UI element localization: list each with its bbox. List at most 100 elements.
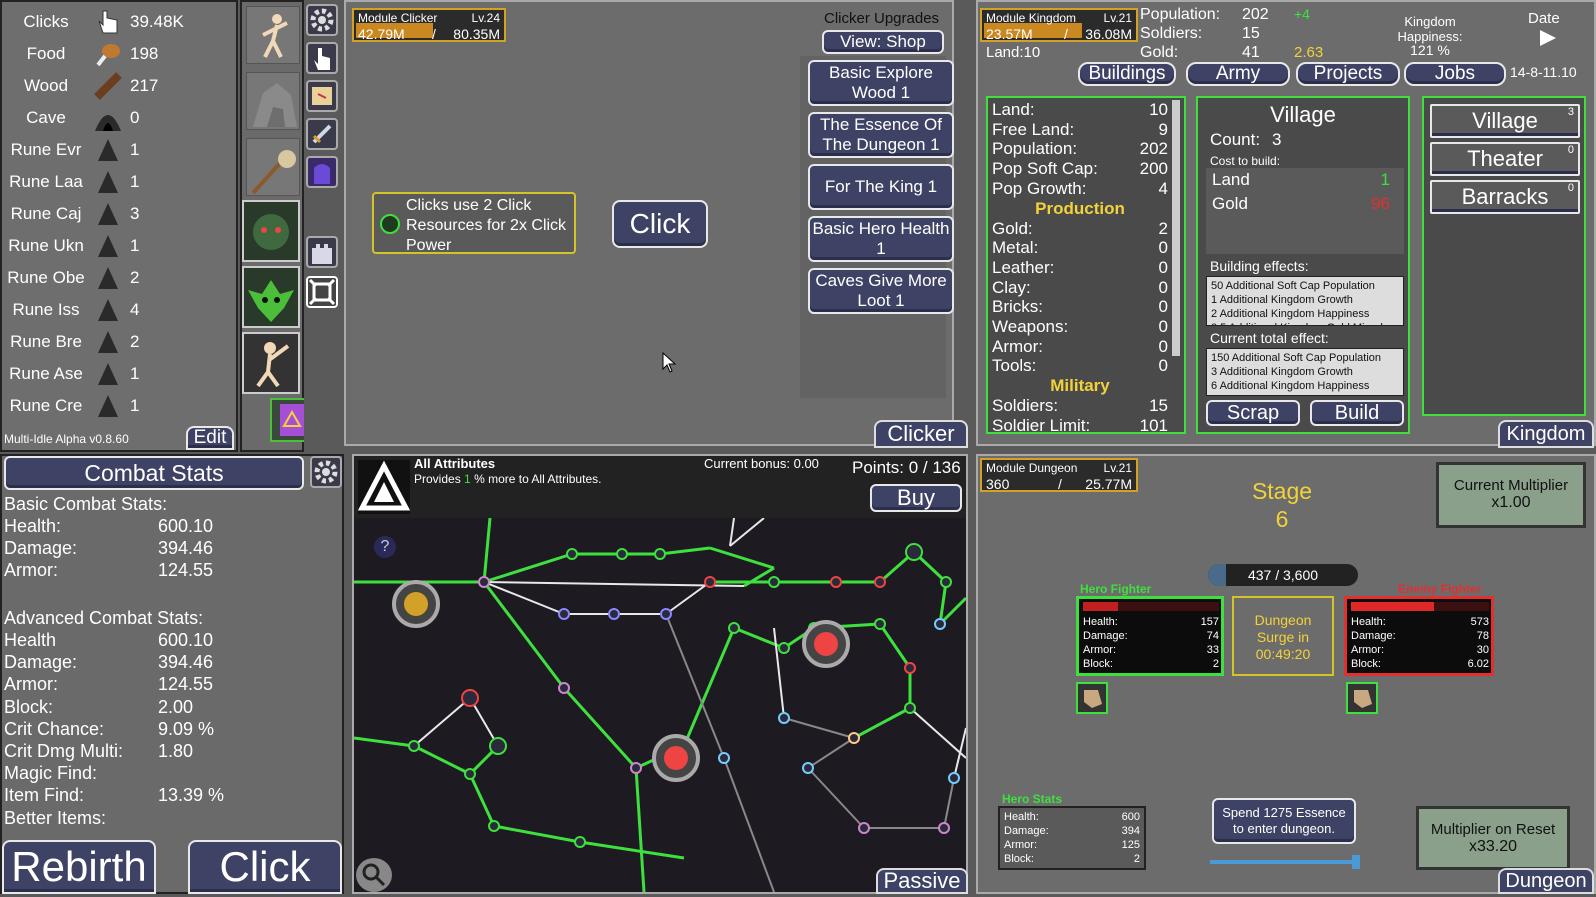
gear-icon[interactable] bbox=[306, 4, 338, 36]
kingdom-stats-scrollbar[interactable] bbox=[1172, 100, 1180, 356]
gold-delta: 2.63 bbox=[1294, 44, 1324, 61]
help-button[interactable]: ? bbox=[374, 536, 396, 558]
fighter-stat-value: 2 bbox=[1212, 658, 1219, 670]
clicker-level: Lv.24 bbox=[471, 11, 500, 25]
explorer-icon[interactable] bbox=[246, 6, 300, 64]
view-shop-button[interactable]: View: Shop bbox=[822, 30, 944, 54]
tab-jobs[interactable]: Jobs bbox=[1404, 62, 1506, 86]
upgrade-button[interactable]: Basic Hero Health 1 bbox=[808, 216, 954, 262]
hero-stats-box: Health: 600 Damage: 394 Armor: 125 Block: 2 bbox=[998, 806, 1146, 870]
tree-node bbox=[802, 762, 814, 774]
xp-text: 437 / 3,600 bbox=[1247, 567, 1319, 583]
gold-value: 41 bbox=[1242, 44, 1260, 61]
combat-click-button[interactable]: Click bbox=[188, 840, 342, 894]
resource-label: Rune Ukn bbox=[8, 236, 84, 255]
combat-stat-row: Armor: 124.55 bbox=[4, 674, 244, 696]
upgrade-button[interactable]: Basic Explore Wood 1 bbox=[808, 60, 954, 106]
tree-node bbox=[858, 822, 870, 834]
production-header: Production bbox=[1035, 198, 1125, 218]
fighter-stat-row: Damage: 78 bbox=[1351, 629, 1489, 643]
resource-list: Clicks 39.48K Food 198 Wood 217 Cave 0 Rune Evr 1… bbox=[2, 6, 234, 426]
edit-button[interactable]: Edit bbox=[186, 426, 234, 450]
passive-tree[interactable] bbox=[354, 518, 966, 892]
combat-stat-row: Health: 600.10 bbox=[4, 516, 244, 538]
spend-essence-button[interactable]: Spend 1275 Essence to enter dungeon. bbox=[1212, 798, 1356, 844]
rebirth-button[interactable]: Rebirth bbox=[2, 840, 156, 894]
fighter-stat-row: Block: 6.02 bbox=[1351, 657, 1489, 671]
dungeon-current: 360 bbox=[986, 476, 1010, 492]
hero-glove-icon[interactable] bbox=[1076, 682, 1108, 714]
tab-buildings[interactable]: Buildings bbox=[1078, 62, 1176, 86]
clicker-sep: / bbox=[432, 26, 436, 42]
build-button[interactable]: Build bbox=[1310, 400, 1404, 426]
tree-node bbox=[408, 740, 420, 752]
happiness-value: 121 % bbox=[1410, 42, 1450, 58]
xp-bar: 437 / 3,600 bbox=[1208, 564, 1358, 586]
building-list-item[interactable]: Theater 0 bbox=[1430, 142, 1580, 176]
cave-module-icon[interactable] bbox=[246, 72, 300, 130]
goblin-dark-icon[interactable] bbox=[242, 200, 300, 262]
enemy-hp-bar bbox=[1351, 602, 1489, 611]
upgrade-button[interactable]: The Essence Of The Dungeon 1 bbox=[808, 112, 954, 158]
population-value: 202 bbox=[1242, 6, 1269, 23]
pointer-hand-icon[interactable] bbox=[306, 42, 338, 74]
tab-kingdom[interactable]: Kingdom bbox=[1498, 420, 1594, 448]
tab-clicker[interactable]: Clicker bbox=[874, 420, 968, 448]
tree-node bbox=[558, 682, 570, 694]
play-icon[interactable] bbox=[1540, 30, 1556, 46]
fighter-stat-value: 6.02 bbox=[1467, 658, 1489, 670]
upgrade-button[interactable]: For The King 1 bbox=[808, 164, 954, 210]
fighter-stat-value: 78 bbox=[1476, 630, 1489, 642]
total-list: 150 Additional Soft Cap Population 3 Addi… bbox=[1207, 349, 1403, 395]
resource-value: 2 bbox=[130, 332, 140, 351]
tab-army[interactable]: Army bbox=[1186, 62, 1290, 86]
warrior-icon[interactable] bbox=[242, 332, 300, 394]
upgrade-button[interactable]: Caves Give More Loot 1 bbox=[808, 268, 954, 314]
building-list-item[interactable]: Barracks 0 bbox=[1430, 180, 1580, 214]
stat-value: 9 bbox=[1158, 119, 1168, 139]
stat-value: 200 bbox=[1139, 159, 1168, 179]
combat-gear-icon[interactable] bbox=[310, 456, 342, 488]
buy-button[interactable]: Buy bbox=[870, 484, 962, 512]
resource-row: Rune Ase 1 bbox=[2, 358, 234, 390]
sword-icon[interactable] bbox=[306, 118, 338, 150]
scrap-button[interactable]: Scrap bbox=[1206, 400, 1300, 426]
tree-node bbox=[654, 548, 666, 560]
goblin-icon[interactable] bbox=[242, 266, 300, 328]
resource-row: Food 198 bbox=[2, 38, 234, 70]
attr-desc: Provides 1 % more to All Attributes. bbox=[414, 472, 601, 486]
resource-row: Rune Evr 1 bbox=[2, 134, 234, 166]
fighter-stat-row: Armor: 125 bbox=[1004, 838, 1140, 852]
stat-label: Soldier Limit: bbox=[992, 415, 1091, 434]
clicker-click-button[interactable]: Click bbox=[612, 200, 708, 248]
fighter-stat-row: Armor: 30 bbox=[1351, 643, 1489, 657]
cost-value: 1 bbox=[1380, 170, 1390, 189]
spend-slider[interactable] bbox=[1210, 855, 1360, 869]
military-header: Military bbox=[1050, 376, 1110, 396]
portal-icon[interactable] bbox=[306, 156, 338, 188]
tab-passive[interactable]: Passive bbox=[876, 868, 968, 894]
combat-stat-label: Damage: bbox=[4, 652, 78, 673]
building-list-count: 0 bbox=[1567, 182, 1574, 194]
zoom-icon[interactable] bbox=[356, 858, 392, 892]
tree-edge bbox=[659, 546, 711, 556]
combat-stat-row: Crit Dmg Multi: 1.80 bbox=[4, 741, 244, 763]
combat-stat-value: 2.00 bbox=[158, 696, 194, 717]
bindle-icon[interactable] bbox=[246, 138, 300, 196]
tab-projects[interactable]: Projects bbox=[1296, 62, 1400, 86]
spend-slider-handle[interactable] bbox=[1352, 855, 1360, 869]
map-scroll-icon[interactable] bbox=[306, 80, 338, 112]
combat-stat-value: 13.39 % bbox=[158, 785, 225, 806]
hand-icon bbox=[90, 7, 126, 37]
expand-icon[interactable] bbox=[306, 276, 338, 308]
castle-icon[interactable] bbox=[306, 236, 338, 268]
tab-dungeon[interactable]: Dungeon bbox=[1498, 868, 1594, 894]
stat-row: Soldier Limit: 101 bbox=[992, 415, 1168, 434]
effects-label: Building effects: bbox=[1210, 258, 1309, 274]
enemy-glove-icon[interactable] bbox=[1346, 682, 1378, 714]
stat-label: Tools: bbox=[992, 356, 1037, 376]
rune-icon bbox=[90, 231, 126, 261]
building-list-item[interactable]: Village 3 bbox=[1430, 104, 1580, 138]
current-multiplier-value: x1.00 bbox=[1491, 494, 1531, 511]
tree-edge bbox=[807, 767, 865, 829]
